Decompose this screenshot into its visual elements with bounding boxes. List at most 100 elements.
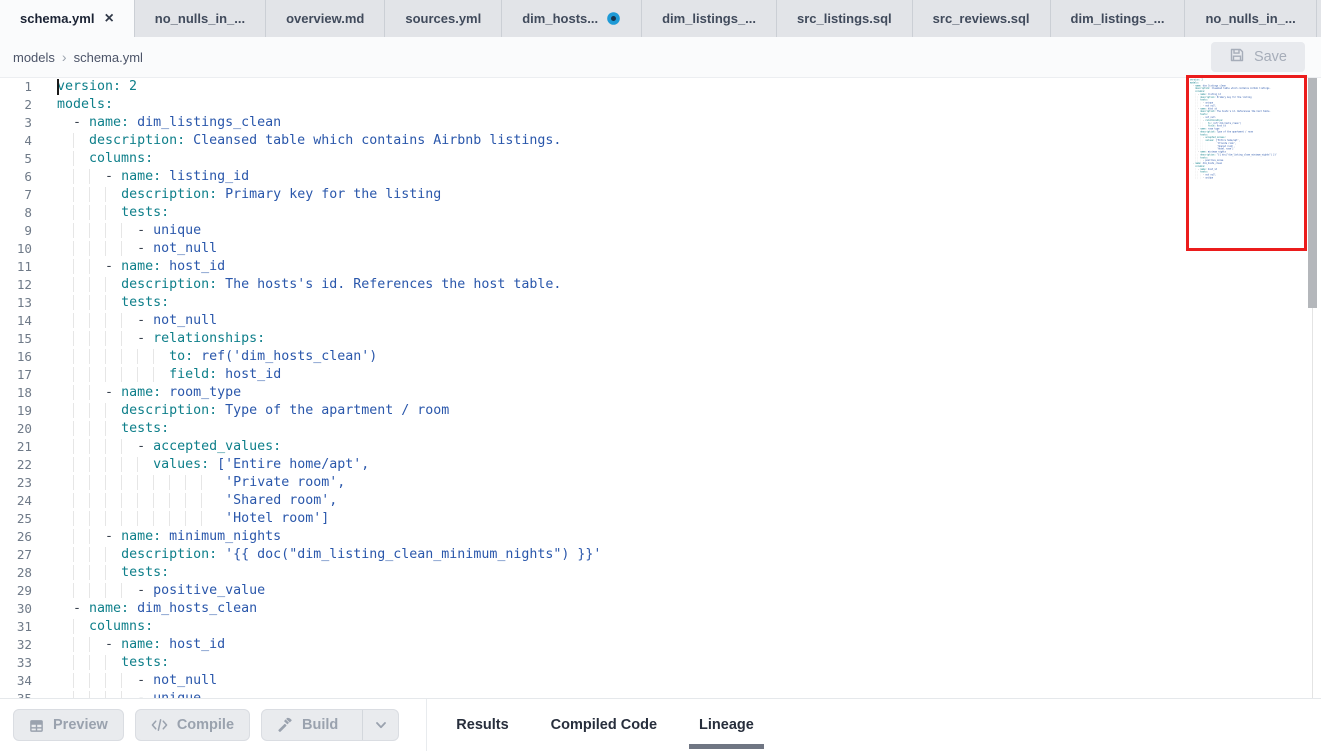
close-icon[interactable]: × bbox=[104, 11, 113, 27]
code-line: 25 'Hotel room'] bbox=[0, 510, 1321, 528]
code-text: field: host_id bbox=[44, 366, 281, 384]
code-text: - name: room_type bbox=[44, 384, 241, 402]
editor-tab-sources-yml[interactable]: sources.yml bbox=[385, 0, 502, 37]
editor-tab-no-nulls-in[interactable]: no_nulls_in_... bbox=[135, 0, 266, 37]
ide-window: schema.yml × no_nulls_in_... overview.md sou… bbox=[0, 0, 1321, 751]
line-number: 14 bbox=[0, 312, 44, 330]
code-text: 'Shared room', bbox=[44, 492, 337, 510]
code-text: - unique bbox=[44, 222, 201, 240]
code-text: description: Cleansed table which contai… bbox=[44, 132, 561, 150]
tab-label: dim_listings_... bbox=[1071, 11, 1165, 26]
save-button[interactable]: Save bbox=[1211, 42, 1305, 72]
editor-tab-no-nulls-in[interactable]: no_nulls_in_... bbox=[1185, 0, 1316, 37]
chevron-right-icon: › bbox=[62, 49, 67, 65]
code-line: 29 - positive_value bbox=[0, 582, 1321, 600]
line-number: 4 bbox=[0, 132, 44, 150]
code-line: 6 - name: listing_id bbox=[0, 168, 1321, 186]
editor-tab-src-listings-sql[interactable]: src_listings.sql bbox=[777, 0, 913, 37]
code-text: - name: listing_id bbox=[44, 168, 249, 186]
code-line: 28 tests: bbox=[0, 564, 1321, 582]
code-text: description: The hosts's id. References … bbox=[44, 276, 561, 294]
tab-label: dim_hosts... bbox=[522, 11, 598, 26]
line-number: 7 bbox=[0, 186, 44, 204]
tab-results[interactable]: Results bbox=[446, 699, 518, 751]
code-icon bbox=[151, 718, 168, 732]
tab-label: overview.md bbox=[286, 11, 364, 26]
code-line: 27 description: '{{ doc("dim_listing_cle… bbox=[0, 546, 1321, 564]
code-line: 35 - unique bbox=[0, 690, 1321, 698]
code-text: description: Type of the apartment / roo… bbox=[44, 402, 449, 420]
toolbar-buttons: Preview Compile Build bbox=[0, 709, 399, 741]
line-number: 28 bbox=[0, 564, 44, 582]
compile-button[interactable]: Compile bbox=[135, 709, 250, 741]
code-text: - not_null bbox=[44, 240, 217, 258]
editor-tab-schema-yml[interactable]: schema.yml × bbox=[0, 0, 135, 37]
code-line: 32 - name: host_id bbox=[0, 636, 1321, 654]
code-line: 5 columns: bbox=[0, 150, 1321, 168]
table-icon bbox=[29, 718, 44, 733]
line-number: 9 bbox=[0, 222, 44, 240]
editor-scrollbar-thumb[interactable] bbox=[1308, 78, 1317, 308]
code-line: 33 tests: bbox=[0, 654, 1321, 672]
line-number: 8 bbox=[0, 204, 44, 222]
editor-tab-overview-md[interactable]: overview.md bbox=[266, 0, 385, 37]
preview-button[interactable]: Preview bbox=[13, 709, 124, 741]
code-text: to: ref('dim_hosts_clean') bbox=[44, 348, 377, 366]
tab-list: schema.yml × no_nulls_in_... overview.md sou… bbox=[0, 0, 1317, 37]
code-text: values: ['Entire home/apt', bbox=[44, 456, 369, 474]
tab-bar: schema.yml × no_nulls_in_... overview.md sou… bbox=[0, 0, 1321, 37]
build-button[interactable]: Build bbox=[261, 709, 399, 741]
line-number: 1 bbox=[0, 78, 44, 96]
code-text: columns: bbox=[44, 618, 153, 636]
code-text: tests: bbox=[44, 564, 169, 582]
line-number: 6 bbox=[0, 168, 44, 186]
chevron-down-icon bbox=[374, 718, 388, 732]
minimap[interactable]: version: 2models: - name: dim_listings_c… bbox=[1190, 78, 1302, 358]
code-text: - positive_value bbox=[44, 582, 265, 600]
code-line: 19 description: Type of the apartment / … bbox=[0, 402, 1321, 420]
code-text: - not_null bbox=[44, 672, 217, 690]
line-number: 22 bbox=[0, 456, 44, 474]
line-number: 3 bbox=[0, 114, 44, 132]
tab-label: sources.yml bbox=[405, 11, 481, 26]
code-text: - unique bbox=[44, 690, 201, 698]
code-text: tests: bbox=[44, 294, 169, 312]
line-number: 27 bbox=[0, 546, 44, 564]
build-dropdown-button[interactable] bbox=[362, 710, 398, 740]
line-number: 13 bbox=[0, 294, 44, 312]
tab-lineage[interactable]: Lineage bbox=[689, 699, 764, 751]
line-number: 2 bbox=[0, 96, 44, 114]
editor-tab-dim-listings[interactable]: dim_listings_... bbox=[642, 0, 777, 37]
line-number: 32 bbox=[0, 636, 44, 654]
breadcrumb-item-models[interactable]: models bbox=[13, 50, 55, 65]
unsaved-changes-icon bbox=[606, 11, 621, 26]
line-number: 16 bbox=[0, 348, 44, 366]
code-line: 11 - name: host_id bbox=[0, 258, 1321, 276]
minimap-content: version: 2models: - name: dim_listings_c… bbox=[1190, 78, 1302, 179]
code-line: 4 description: Cleansed table which cont… bbox=[0, 132, 1321, 150]
code-line: 21 - accepted_values: bbox=[0, 438, 1321, 456]
code-line: 15 - relationships: bbox=[0, 330, 1321, 348]
line-number: 15 bbox=[0, 330, 44, 348]
code-text: - name: minimum_nights bbox=[44, 528, 281, 546]
code-text: models: bbox=[44, 96, 113, 114]
code-line: 18 - name: room_type bbox=[0, 384, 1321, 402]
tab-label: src_listings.sql bbox=[797, 11, 892, 26]
code-editor[interactable]: 1version: 22models:3 - name: dim_listing… bbox=[0, 78, 1321, 698]
tab-label: schema.yml bbox=[20, 11, 94, 26]
editor-tab-dim-listings[interactable]: dim_listings_... bbox=[1051, 0, 1186, 37]
code-line: 9 - unique bbox=[0, 222, 1321, 240]
code-line: 2models: bbox=[0, 96, 1321, 114]
code-text: tests: bbox=[44, 654, 169, 672]
line-number: 5 bbox=[0, 150, 44, 168]
line-number: 12 bbox=[0, 276, 44, 294]
line-number: 23 bbox=[0, 474, 44, 492]
editor-tab-src-reviews-sql[interactable]: src_reviews.sql bbox=[913, 0, 1051, 37]
code-text: - name: dim_listings_clean bbox=[44, 114, 281, 132]
code-text: - relationships: bbox=[44, 330, 265, 348]
tab-compiled-code[interactable]: Compiled Code bbox=[541, 699, 667, 751]
breadcrumb-row: models › schema.yml Save bbox=[0, 37, 1321, 78]
editor-tab-dim-hosts[interactable]: dim_hosts... bbox=[502, 0, 642, 37]
line-number: 26 bbox=[0, 528, 44, 546]
code-text: - name: dim_hosts_clean bbox=[44, 600, 257, 618]
